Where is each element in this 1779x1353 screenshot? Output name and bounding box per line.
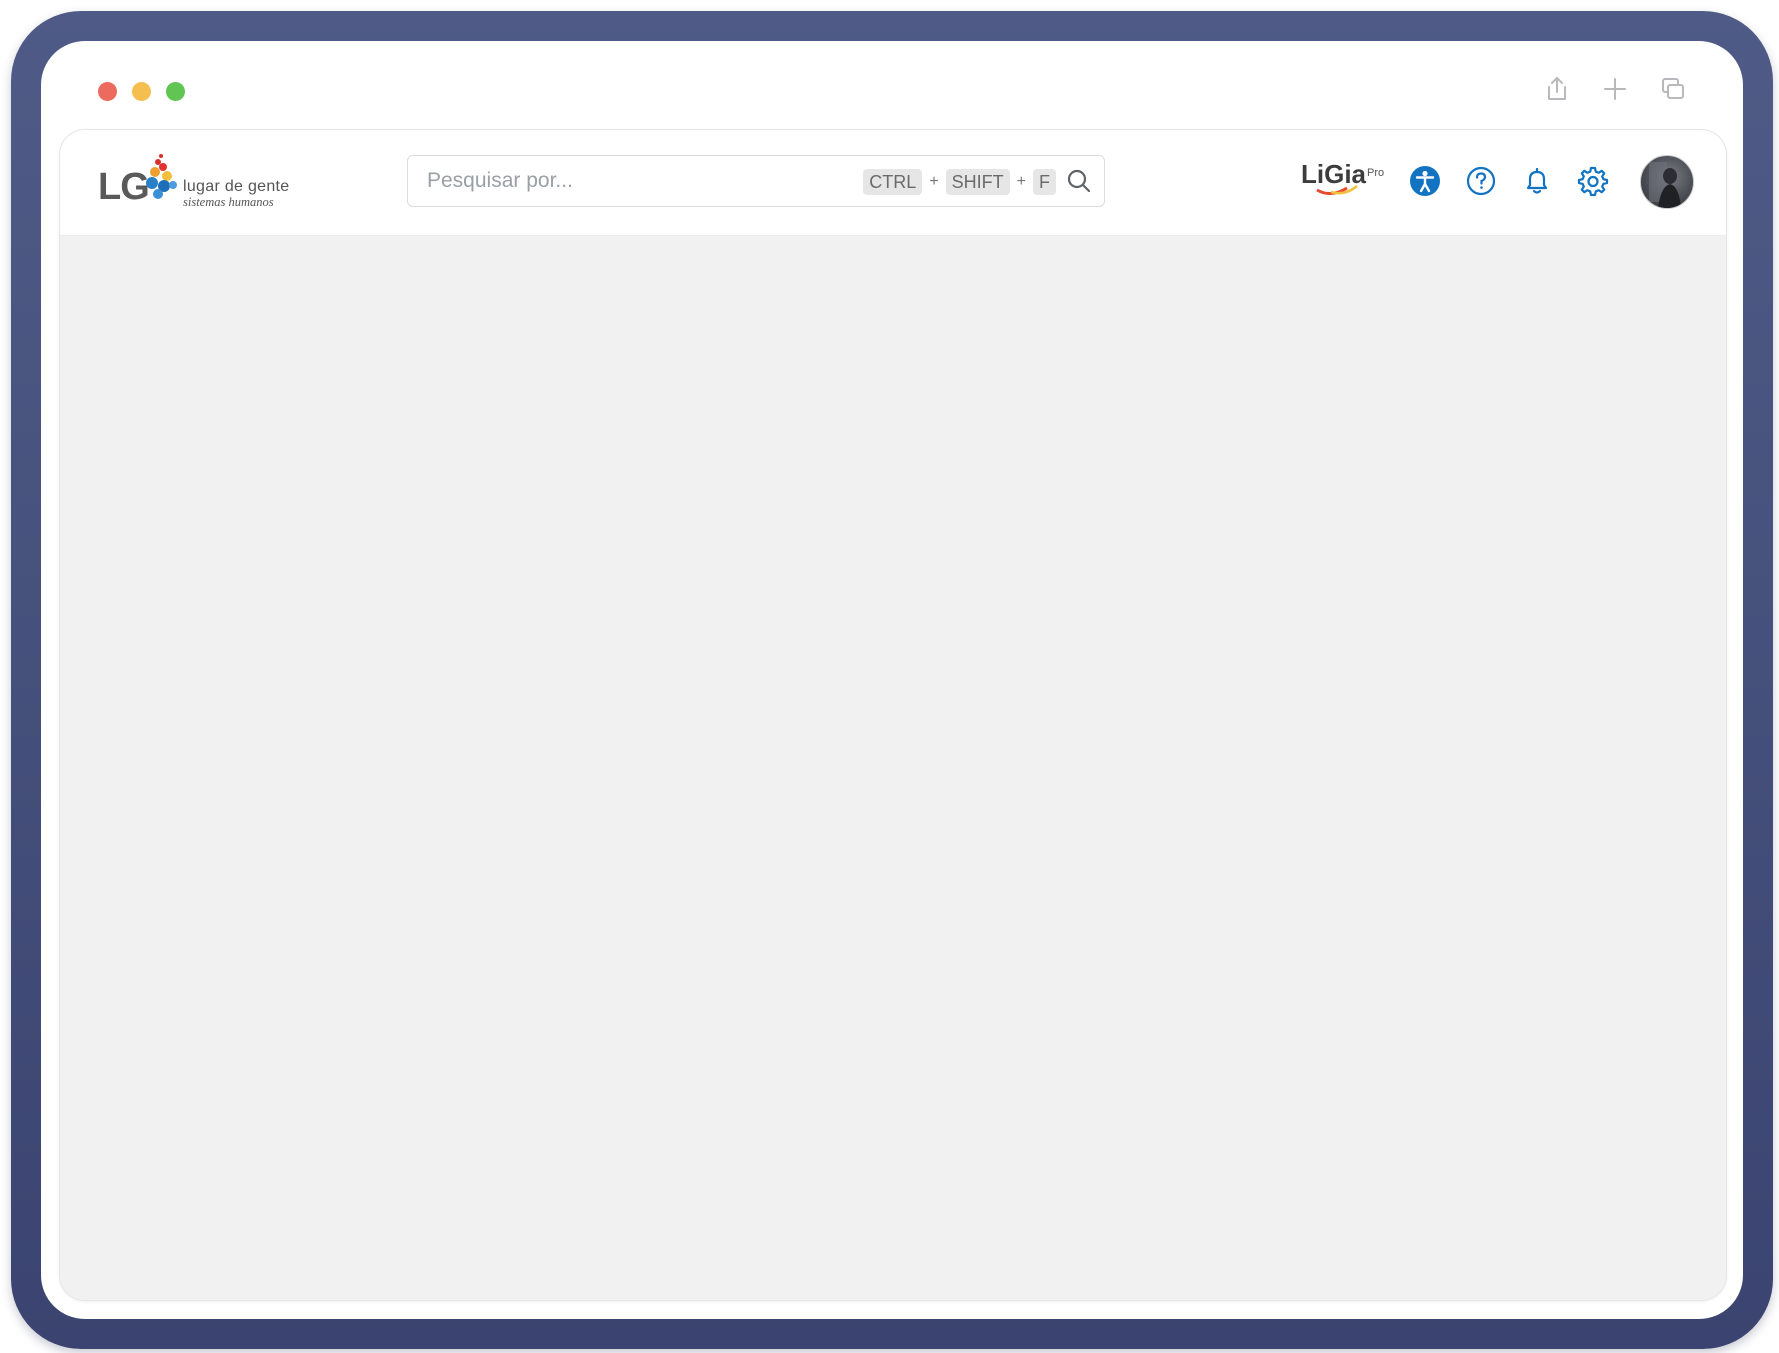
logo-bubbles-icon bbox=[146, 154, 177, 199]
zoom-window-button[interactable] bbox=[166, 82, 185, 101]
logo-wordmark: lugar de gente sistemas humanos bbox=[183, 179, 290, 209]
minimize-window-button[interactable] bbox=[132, 82, 151, 101]
shortcut-key-f: F bbox=[1033, 169, 1056, 195]
help-icon[interactable] bbox=[1464, 164, 1498, 198]
app-window: LG lugar de gente sistemas humanos Pesqu… bbox=[59, 129, 1727, 1301]
device-frame: LG lugar de gente sistemas humanos Pesqu… bbox=[11, 11, 1773, 1349]
logo-tagline: sistemas humanos bbox=[183, 195, 274, 209]
plus-icon[interactable] bbox=[1600, 74, 1630, 104]
main-content-area bbox=[60, 236, 1726, 1300]
bell-icon[interactable] bbox=[1520, 164, 1554, 198]
ligia-pro-button[interactable]: LiGia Pro bbox=[1301, 158, 1393, 198]
gear-icon[interactable] bbox=[1576, 164, 1610, 198]
accessibility-icon[interactable] bbox=[1408, 164, 1442, 198]
share-icon[interactable] bbox=[1542, 74, 1572, 104]
ligia-name: LiGia bbox=[1301, 159, 1367, 189]
search-icon[interactable] bbox=[1066, 168, 1092, 194]
logo-name: lugar de gente bbox=[183, 178, 290, 195]
avatar-photo bbox=[1649, 162, 1681, 208]
lg-logo[interactable]: LG lugar de gente sistemas humanos bbox=[98, 152, 298, 214]
search-input[interactable]: Pesquisar por... CTRL + SHIFT + F bbox=[407, 155, 1105, 207]
search-placeholder: Pesquisar por... bbox=[427, 169, 573, 192]
ligia-logo-icon: LiGia Pro bbox=[1301, 159, 1384, 195]
close-window-button[interactable] bbox=[98, 82, 117, 101]
shortcut-key-ctrl: CTRL bbox=[863, 169, 923, 195]
ligia-suffix: Pro bbox=[1367, 167, 1384, 179]
search-shortcut-hint: CTRL + SHIFT + F bbox=[863, 169, 1056, 195]
top-navigation-bar: LG lugar de gente sistemas humanos Pesqu… bbox=[60, 130, 1726, 236]
duplicate-window-icon[interactable] bbox=[1658, 74, 1688, 104]
shortcut-plus: + bbox=[1016, 173, 1026, 190]
shortcut-plus: + bbox=[929, 173, 939, 190]
window-controls bbox=[98, 82, 185, 101]
browser-window: LG lugar de gente sistemas humanos Pesqu… bbox=[41, 41, 1743, 1319]
logo-mark: LG bbox=[98, 166, 150, 208]
user-avatar[interactable] bbox=[1640, 155, 1694, 209]
shortcut-key-shift: SHIFT bbox=[945, 169, 1010, 195]
window-actions bbox=[1542, 74, 1688, 104]
